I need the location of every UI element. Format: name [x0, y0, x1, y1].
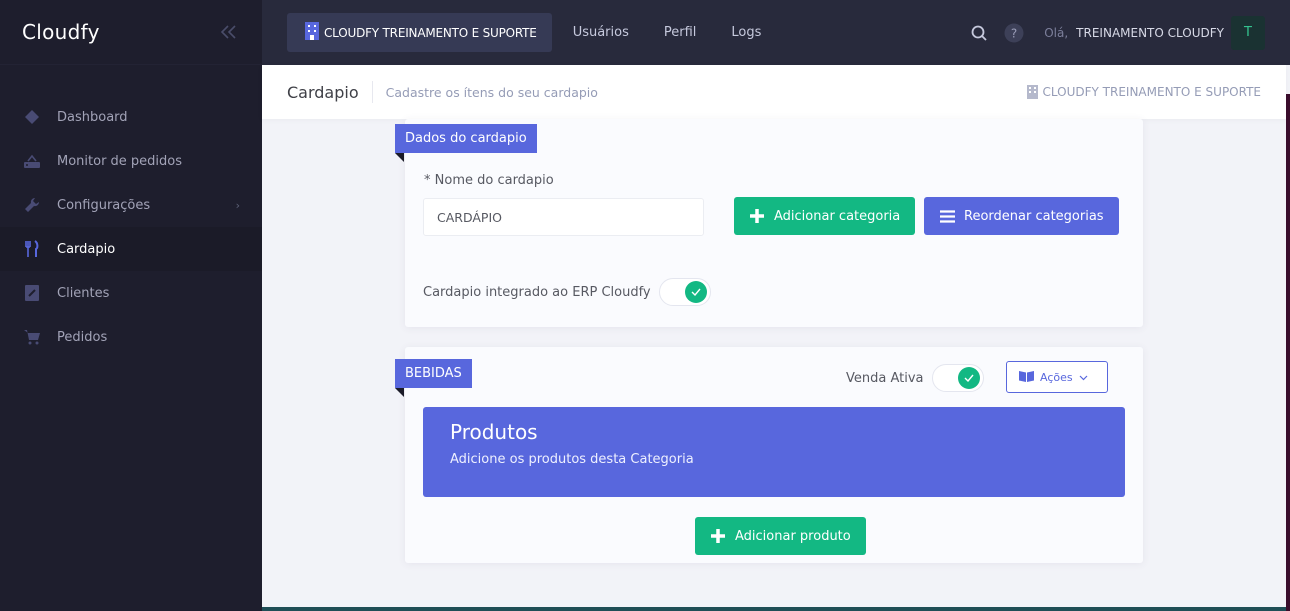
fork-knife-icon — [22, 239, 42, 259]
page-description: Cadastre os ítens do seu cardapio — [385, 84, 598, 100]
sidebar-item-label: Cardapio — [57, 241, 116, 257]
menu-name-input[interactable] — [423, 198, 704, 236]
sidebar: Cloudfy Dashboard Monitor de pedidos Con… — [0, 0, 262, 611]
right-edge-strip — [1286, 94, 1290, 611]
check-icon — [684, 281, 707, 303]
add-product-label: Adicionar produto — [735, 528, 851, 544]
help-icon[interactable]: ? — [1004, 23, 1024, 43]
plus-icon — [710, 528, 726, 544]
category-ribbon: BEBIDAS — [395, 359, 472, 397]
topbar: CLOUDFY TREINAMENTO E SUPORTE Usuários P… — [262, 0, 1290, 65]
sidebar-nav: Dashboard Monitor de pedidos Configuraçõ… — [0, 65, 262, 359]
menu-data-card: Dados do cardapio * Nome do cardapio Adi… — [395, 119, 1143, 327]
sidebar-item-label: Dashboard — [57, 109, 128, 125]
org-switch-label: CLOUDFY TREINAMENTO E SUPORTE — [324, 25, 537, 40]
erp-integration-toggle[interactable] — [658, 278, 711, 306]
products-description: Adicione os produtos desta Categoria — [450, 452, 694, 467]
chevron-right-icon: › — [235, 198, 240, 212]
sidebar-item-monitor-de-pedidos[interactable]: Monitor de pedidos — [0, 139, 262, 183]
subheader-org-label: CLOUDFY TREINAMENTO E SUPORTE — [1042, 85, 1261, 99]
category-card: BEBIDAS Venda Ativa Ações Produtos Adici… — [395, 347, 1143, 563]
subheader-separator — [371, 81, 373, 103]
reorder-categories-button[interactable]: Reordenar categorias — [924, 197, 1119, 235]
nav-link-usuarios[interactable]: Usuários — [573, 25, 629, 40]
venda-ativa-row: Venda Ativa — [846, 364, 984, 392]
venda-ativa-toggle[interactable] — [931, 364, 984, 392]
sidebar-item-label: Configurações — [57, 197, 151, 213]
building-icon — [305, 21, 319, 44]
required-marker: * — [424, 173, 431, 188]
check-icon — [957, 367, 980, 389]
cart-icon — [22, 327, 42, 347]
venda-ativa-label: Venda Ativa — [846, 370, 924, 386]
sidebar-item-dashboard[interactable]: Dashboard — [0, 95, 262, 139]
erp-toggle-row: Cardapio integrado ao ERP Cloudfy — [423, 278, 711, 306]
diamond-icon — [22, 107, 42, 127]
wrench-icon — [22, 195, 42, 215]
brand-logo: Cloudfy — [22, 20, 100, 44]
greeting-text: Olá, — [1044, 25, 1069, 40]
menu-name-label-text: Nome do cardapio — [434, 173, 554, 188]
menu-lines-icon — [939, 208, 955, 224]
user-name[interactable]: TREINAMENTO CLOUDFY — [1076, 26, 1224, 40]
sidebar-item-label: Clientes — [57, 285, 110, 301]
add-category-label: Adicionar categoria — [774, 208, 901, 224]
contact-book-icon — [22, 283, 42, 303]
products-title: Produtos — [450, 420, 538, 444]
page-title: Cardapio — [287, 82, 359, 102]
avatar[interactable]: T — [1231, 15, 1265, 50]
svg-text:?: ? — [1011, 26, 1017, 40]
actions-dropdown[interactable]: Ações — [1006, 361, 1108, 393]
add-category-button[interactable]: Adicionar categoria — [734, 197, 916, 235]
reorder-categories-label: Reordenar categorias — [964, 208, 1104, 224]
sidebar-item-configuracoes[interactable]: Configurações › — [0, 183, 262, 227]
collapse-sidebar-icon[interactable] — [218, 21, 240, 43]
router-icon — [22, 151, 42, 171]
sidebar-item-clientes[interactable]: Clientes — [0, 271, 262, 315]
sidebar-item-label: Monitor de pedidos — [57, 153, 183, 169]
brand-header: Cloudfy — [0, 0, 262, 65]
nav-link-perfil[interactable]: Perfil — [664, 25, 697, 40]
actions-label: Ações — [1040, 370, 1073, 384]
sidebar-item-cardapio[interactable]: Cardapio — [0, 227, 262, 271]
subheader-org: CLOUDFY TREINAMENTO E SUPORTE — [1026, 85, 1261, 99]
sidebar-item-pedidos[interactable]: Pedidos — [0, 315, 262, 359]
sidebar-item-label: Pedidos — [57, 329, 108, 345]
menu-name-label: * Nome do cardapio — [424, 173, 554, 188]
products-panel: Produtos Adicione os produtos desta Cate… — [423, 407, 1125, 497]
org-switch-button[interactable]: CLOUDFY TREINAMENTO E SUPORTE — [287, 13, 552, 52]
book-open-icon — [1019, 370, 1034, 385]
search-icon[interactable] — [969, 23, 989, 43]
plus-icon — [749, 208, 765, 224]
subheader: Cardapio Cadastre os ítens do seu cardap… — [262, 65, 1286, 119]
bottom-edge-strip — [262, 607, 1286, 611]
add-product-button[interactable]: Adicionar produto — [695, 517, 866, 555]
erp-toggle-label: Cardapio integrado ao ERP Cloudfy — [423, 284, 651, 300]
menu-data-ribbon: Dados do cardapio — [395, 124, 537, 162]
chevron-down-icon — [1079, 371, 1088, 384]
building-icon — [1026, 85, 1038, 99]
nav-link-logs[interactable]: Logs — [731, 25, 761, 40]
